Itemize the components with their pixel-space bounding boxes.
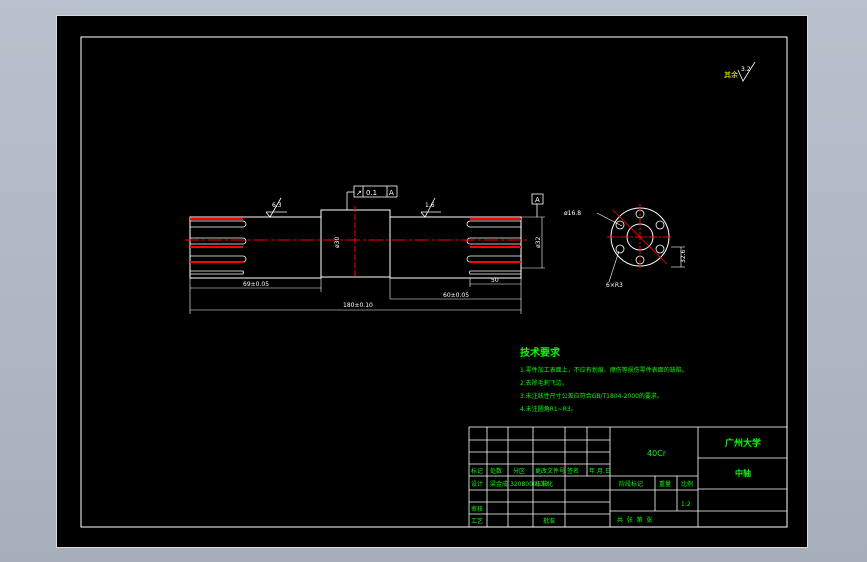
tb-review-label: 审核: [471, 505, 483, 513]
roughness-left: 6.3: [265, 197, 287, 218]
dimension-lines: [189, 216, 545, 314]
tb-material: 40Cr: [647, 449, 667, 458]
section-view: [596, 204, 685, 283]
tb-header-doc: 更改文件号: [535, 467, 565, 475]
tolerance-symbol: ↗: [356, 189, 362, 197]
dim-total-length: 180±0.10: [343, 302, 373, 309]
tb-approve-label: 批准: [543, 517, 555, 525]
tb-part-name: 中轴: [735, 468, 751, 478]
roughness-note-label: 其余: [724, 70, 738, 79]
dim-center-diameter: ø30: [334, 237, 341, 248]
tb-standardization-label: 标准化: [535, 480, 553, 488]
tb-header-zone: 分区: [513, 467, 525, 475]
tb-header-count: 处数: [490, 467, 502, 475]
roughness-note-value: 3.2: [741, 66, 751, 73]
tolerance-value: 0.1: [366, 189, 377, 197]
dim-spline-length: 50: [491, 277, 499, 284]
roughness-right: 1.6: [420, 197, 441, 218]
tb-scale-value: 1:2: [681, 501, 691, 508]
tech-requirements: 技术要求 1.零件加工表面上，不应有划痕、擦伤等损伤零件表面的缺陷。 2.去除毛…: [520, 346, 688, 413]
tb-process-label: 工艺: [471, 517, 483, 525]
tech-requirements-title: 技术要求: [520, 346, 561, 359]
drawing-border: [80, 36, 788, 528]
section-width: 32.6: [680, 249, 687, 263]
cad-viewport[interactable]: 其余 3.2 6.3 1.6 ↗ 0.1 A A 69±0.05 180±0.1…: [56, 15, 808, 548]
tb-weight-label: 重量: [659, 480, 671, 488]
roughness-note: 其余 3.2: [724, 61, 756, 82]
tb-stage-mark-label: 阶段标记: [619, 480, 643, 488]
dim-right-length: 60±0.05: [443, 292, 469, 299]
tech-req-item-1: 1.零件加工表面上，不应有划痕、擦伤等损伤零件表面的缺陷。: [520, 366, 688, 374]
engineering-drawing: 其余 3.2 6.3 1.6 ↗ 0.1 A A 69±0.05 180±0.1…: [80, 36, 788, 528]
tech-req-item-3: 3.未注线性尺寸公差应符合GB/T1804-2000的要求。: [520, 392, 663, 400]
dim-left-length: 69±0.05: [243, 281, 269, 288]
datum-a-label: A: [535, 196, 540, 204]
tb-header-mark: 标记: [471, 467, 483, 475]
tech-req-item-2: 2.去除毛刺飞边。: [520, 379, 568, 387]
tb-design-label: 设计: [471, 480, 483, 488]
dim-right-diameter: ø32: [535, 237, 542, 248]
section-hole-dia: ø16.8: [564, 210, 581, 217]
tb-scale-label: 比例: [681, 480, 693, 488]
tolerance-datum: A: [389, 189, 394, 197]
tb-school: 广州大学: [725, 437, 761, 449]
title-block: 标记 处数 分区 更改文件号 签名 年.月.日 设计 梁金成 320800013…: [468, 426, 788, 528]
tech-req-item-4: 4.未注圆角R1~R3。: [520, 405, 577, 413]
section-pattern: 6×R3: [606, 282, 623, 289]
tb-header-date: 年.月.日: [589, 467, 611, 475]
tb-designer: 梁金成: [490, 480, 508, 488]
tb-header-sign: 签名: [567, 467, 579, 475]
shaft-main-view: [185, 206, 527, 279]
tb-sheet-info: 共 张 第 张: [617, 516, 652, 524]
datum-a: A: [531, 193, 544, 217]
